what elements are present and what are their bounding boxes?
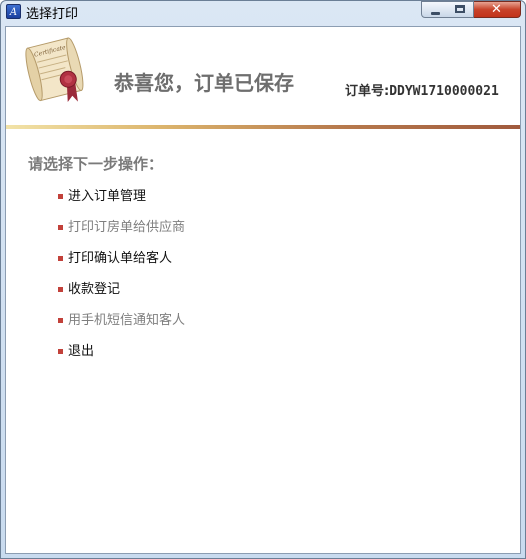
dialog-window: A 选择打印 ✕ Certificate 恭喜您，订单已保存 订单号:DDYW1…: [0, 0, 526, 559]
bullet-icon: [58, 287, 63, 292]
action-order-management[interactable]: 进入订单管理: [58, 187, 185, 218]
minimize-icon: [431, 12, 440, 15]
action-payment-registration[interactable]: 收款登记: [58, 280, 185, 311]
bullet-icon: [58, 318, 63, 323]
action-label[interactable]: 收款登记: [68, 282, 120, 297]
congrats-heading: 恭喜您，订单已保存: [114, 71, 294, 95]
action-label[interactable]: 打印订房单给供应商: [68, 220, 185, 235]
header-divider: [6, 125, 520, 129]
bullet-icon: [58, 225, 63, 230]
action-print-supplier-booking[interactable]: 打印订房单给供应商: [58, 218, 185, 249]
action-label[interactable]: 打印确认单给客人: [68, 251, 172, 266]
close-button[interactable]: ✕: [474, 1, 521, 18]
close-icon: ✕: [491, 2, 502, 17]
action-print-guest-confirmation[interactable]: 打印确认单给客人: [58, 249, 185, 280]
window-title: 选择打印: [26, 7, 79, 22]
order-number-value: DDYW1710000021: [389, 84, 499, 99]
success-header: Certificate 恭喜您，订单已保存 订单号:DDYW1710000021: [6, 27, 520, 125]
bullet-icon: [58, 349, 63, 354]
order-number-label: 订单号:: [345, 84, 390, 99]
certificate-icon: Certificate: [25, 37, 84, 103]
action-label[interactable]: 退出: [68, 344, 94, 359]
action-list: 进入订单管理 打印订房单给供应商 打印确认单给客人 收款登记 用手机短信通知客人…: [58, 187, 185, 373]
maximize-icon: [455, 5, 465, 13]
minimize-button[interactable]: [421, 1, 448, 18]
bullet-icon: [58, 256, 63, 261]
app-logo-icon: A: [6, 4, 21, 19]
maximize-button[interactable]: [447, 1, 474, 18]
action-label[interactable]: 用手机短信通知客人: [68, 313, 185, 328]
order-number-line: 订单号:DDYW1710000021: [345, 80, 499, 99]
next-step-prompt: 请选择下一步操作：: [28, 155, 164, 173]
title-bar[interactable]: A 选择打印 ✕: [1, 1, 525, 23]
action-sms-notify-guest[interactable]: 用手机短信通知客人: [58, 311, 185, 342]
dialog-body: Certificate 恭喜您，订单已保存 订单号:DDYW1710000021…: [5, 26, 521, 554]
action-label[interactable]: 进入订单管理: [68, 189, 146, 204]
action-exit[interactable]: 退出: [58, 342, 185, 373]
bullet-icon: [58, 194, 63, 199]
